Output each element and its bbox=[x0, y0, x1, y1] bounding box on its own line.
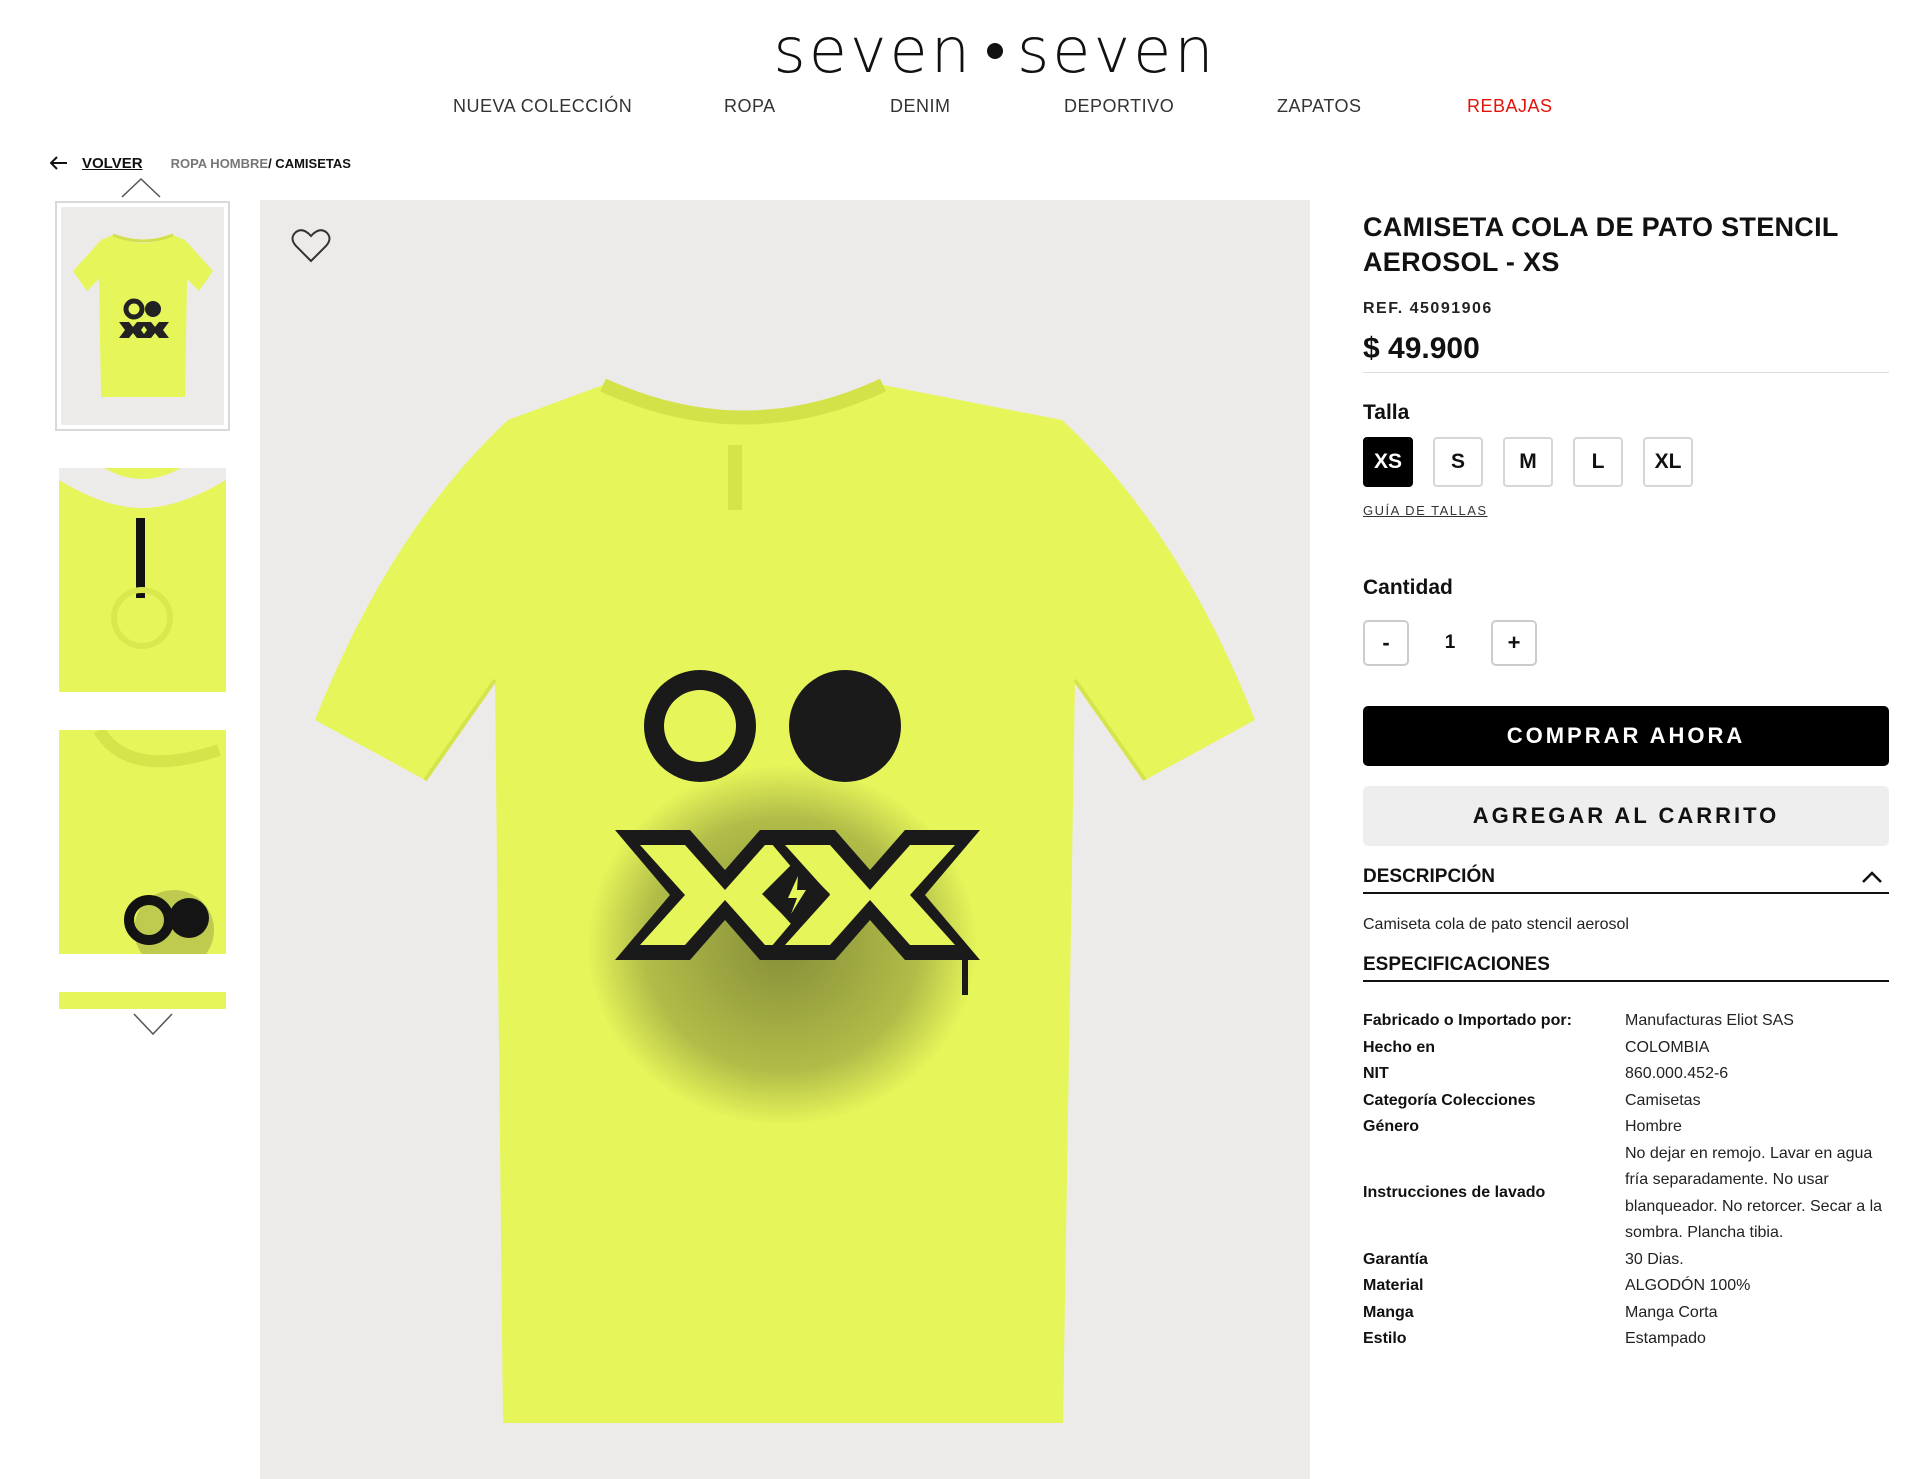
spec-row: Garantía 30 Dias. bbox=[1363, 1247, 1889, 1274]
brand-logo-right: seven bbox=[1017, 14, 1217, 87]
spec-row: Fabricado o Importado por: Manufacturas E… bbox=[1363, 1008, 1889, 1035]
spec-key: Instrucciones de lavado bbox=[1363, 1184, 1546, 1202]
spec-key: Material bbox=[1363, 1277, 1424, 1294]
product-info-panel: CAMISETA COLA DE PATO STENCIL AEROSOL - … bbox=[1363, 210, 1889, 1353]
add-to-cart-button[interactable]: AGREGAR AL CARRITO bbox=[1363, 786, 1889, 846]
quantity-label: Cantidad bbox=[1363, 576, 1453, 599]
breadcrumb: VOLVER ROPA HOMBRE / CAMISETAS bbox=[50, 153, 351, 173]
spec-value: No dejar en remojo. Lavar en agua fría s… bbox=[1625, 1144, 1883, 1242]
spec-row: Hecho en COLOMBIA bbox=[1363, 1035, 1889, 1062]
quantity-increase-button[interactable]: + bbox=[1491, 620, 1537, 666]
nav-denim[interactable]: DENIM bbox=[890, 96, 951, 117]
spec-key: Garantía bbox=[1363, 1250, 1428, 1268]
specifications-table: Fabricado o Importado por: Manufacturas E… bbox=[1363, 1008, 1889, 1353]
spec-row: Material ALGODÓN 100% bbox=[1363, 1273, 1889, 1300]
spec-key: NIT bbox=[1363, 1065, 1389, 1082]
spec-value: Hombre bbox=[1625, 1118, 1682, 1135]
thumbnail-1[interactable] bbox=[55, 201, 230, 431]
brand-logo-left: seven bbox=[773, 14, 973, 87]
nav-rebajas[interactable]: REBAJAS bbox=[1467, 96, 1553, 117]
specifications-heading: ESPECIFICACIONES bbox=[1363, 954, 1550, 975]
thumbnail-gallery bbox=[55, 177, 235, 1043]
spec-key: Hecho en bbox=[1363, 1038, 1436, 1056]
spec-key: Estilo bbox=[1363, 1330, 1407, 1347]
breadcrumb-current: / CAMISETAS bbox=[268, 155, 351, 171]
nav-deportivo[interactable]: DEPORTIVO bbox=[1064, 96, 1174, 117]
spec-value: ALGODÓN 100% bbox=[1625, 1277, 1751, 1294]
spec-value: COLOMBIA bbox=[1625, 1038, 1710, 1056]
description-header[interactable]: DESCRIPCIÓN bbox=[1363, 866, 1889, 894]
description-heading: DESCRIPCIÓN bbox=[1363, 866, 1495, 887]
spec-value: Camisetas bbox=[1625, 1091, 1701, 1109]
back-label: VOLVER bbox=[82, 154, 143, 172]
specifications-header: ESPECIFICACIONES bbox=[1363, 954, 1889, 982]
thumbnail-tshirt-detail-image bbox=[59, 730, 226, 954]
nav-ropa[interactable]: ROPA bbox=[724, 96, 776, 117]
description-text: Camiseta cola de pato stencil aerosol bbox=[1363, 916, 1629, 933]
size-option-xs[interactable]: XS bbox=[1363, 437, 1413, 487]
nav-zapatos[interactable]: ZAPATOS bbox=[1277, 96, 1362, 117]
spec-value: 30 Dias. bbox=[1625, 1250, 1684, 1268]
back-link[interactable]: VOLVER bbox=[50, 155, 143, 172]
spec-key: Fabricado o Importado por: bbox=[1363, 1012, 1572, 1029]
breadcrumb-ropa-hombre[interactable]: ROPA HOMBRE bbox=[171, 156, 269, 171]
size-selector: XS S M L XL bbox=[1363, 437, 1889, 487]
size-option-l[interactable]: L bbox=[1573, 437, 1623, 487]
thumbnail-tshirt-front-image bbox=[73, 233, 213, 397]
tshirt-illustration bbox=[315, 378, 1255, 1423]
size-option-xl[interactable]: XL bbox=[1643, 437, 1693, 487]
chevron-up-icon[interactable] bbox=[121, 177, 161, 199]
nav-nueva-coleccion[interactable]: NUEVA COLECCIÓN bbox=[453, 96, 632, 117]
thumbnail-2[interactable] bbox=[59, 468, 226, 692]
size-label: Talla bbox=[1363, 401, 1410, 424]
spec-row: Instrucciones de lavado No dejar en remoj… bbox=[1363, 1141, 1889, 1247]
product-title: CAMISETA COLA DE PATO STENCIL AEROSOL - … bbox=[1363, 212, 1839, 277]
chevron-up-icon[interactable] bbox=[1861, 870, 1883, 884]
arrow-left-icon bbox=[50, 156, 67, 170]
chevron-down-icon[interactable] bbox=[133, 1012, 173, 1036]
buy-now-button[interactable]: COMPRAR AHORA bbox=[1363, 706, 1889, 766]
thumbnail-tshirt-back-image bbox=[59, 468, 226, 692]
product-price: $ 49.900 bbox=[1363, 332, 1889, 373]
spec-key: Manga bbox=[1363, 1303, 1414, 1321]
spec-row: Género Hombre bbox=[1363, 1114, 1889, 1141]
spec-value: Estampado bbox=[1625, 1330, 1706, 1347]
spec-row: NIT 860.000.452-6 bbox=[1363, 1061, 1889, 1088]
size-option-m[interactable]: M bbox=[1503, 437, 1553, 487]
brand-logo-dot bbox=[987, 43, 1003, 59]
quantity-value[interactable]: 1 bbox=[1409, 632, 1491, 654]
spec-key: Categoría Colecciones bbox=[1363, 1091, 1536, 1109]
main-nav: NUEVA COLECCIÓN ROPA DENIM DEPORTIVO ZAP… bbox=[0, 96, 1920, 120]
main-product-image[interactable] bbox=[260, 200, 1310, 1479]
spec-value: 860.000.452-6 bbox=[1625, 1065, 1729, 1082]
spec-row: Categoría Colecciones Camisetas bbox=[1363, 1088, 1889, 1115]
size-option-s[interactable]: S bbox=[1433, 437, 1483, 487]
spec-key: Género bbox=[1363, 1118, 1420, 1135]
spec-row: Manga Manga Corta bbox=[1363, 1300, 1889, 1327]
thumbnail-4[interactable] bbox=[59, 992, 226, 1009]
spec-value: Manufacturas Eliot SAS bbox=[1625, 1012, 1794, 1029]
product-ref: REF. 45091906 bbox=[1363, 300, 1493, 317]
brand-logo[interactable]: seven seven bbox=[0, 14, 1920, 87]
spec-value: Manga Corta bbox=[1625, 1303, 1718, 1321]
spec-row: Estilo Estampado bbox=[1363, 1326, 1889, 1353]
quantity-stepper: - 1 + bbox=[1363, 620, 1889, 666]
size-guide-link[interactable]: GUÍA DE TALLAS bbox=[1363, 503, 1889, 518]
quantity-decrease-button[interactable]: - bbox=[1363, 620, 1409, 666]
thumbnail-3[interactable] bbox=[59, 730, 226, 954]
